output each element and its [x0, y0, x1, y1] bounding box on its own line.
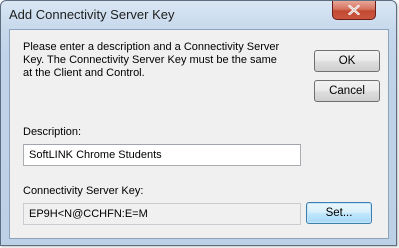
dialog-body: Please enter a description and a Connect… [9, 29, 389, 239]
close-icon [348, 5, 360, 15]
connectivity-key-label: Connectivity Server Key: [23, 185, 144, 197]
window-title: Add Connectivity Server Key [9, 7, 175, 22]
instructions-text: Please enter a description and a Connect… [23, 41, 280, 79]
title-bar[interactable]: Add Connectivity Server Key [1, 1, 396, 29]
dialog-window: Add Connectivity Server Key Please enter… [0, 0, 397, 246]
description-input[interactable]: SoftLINK Chrome Students [23, 144, 301, 166]
connectivity-key-field: EP9H<N@CCHFN:E=M [23, 203, 301, 225]
cancel-button[interactable]: Cancel [314, 80, 380, 102]
set-button[interactable]: Set... [306, 202, 372, 224]
description-label: Description: [23, 126, 82, 138]
close-button[interactable] [332, 1, 376, 20]
ok-button[interactable]: OK [314, 50, 380, 72]
